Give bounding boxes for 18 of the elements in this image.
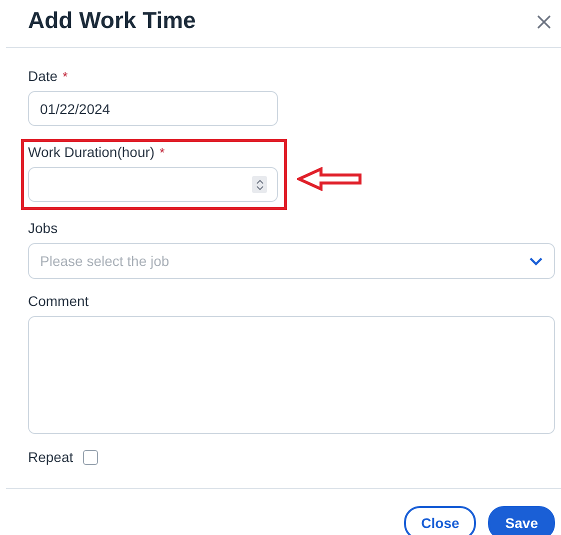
number-field[interactable] [28, 167, 278, 202]
save-button[interactable]: Save [488, 506, 555, 535]
arrow-icon [297, 167, 363, 191]
field-label: Comment [28, 293, 89, 309]
close-icon[interactable] [537, 14, 551, 28]
required-mark: * [160, 144, 165, 160]
field-label: Repeat [28, 449, 74, 465]
date-field[interactable]: 01/22/2024 [28, 91, 278, 126]
spinner-icon[interactable] [252, 176, 267, 193]
dialog-title: Add Work Time [28, 7, 196, 35]
field-label: Date [28, 68, 58, 84]
chevron-down-icon [529, 256, 543, 266]
checkbox[interactable] [83, 450, 98, 464]
close-button[interactable]: Close [404, 506, 476, 535]
field-label: Jobs [28, 220, 58, 236]
comment-field[interactable] [28, 316, 555, 434]
required-mark: * [62, 68, 68, 84]
field-label: Work Duration(hour) [28, 144, 155, 160]
